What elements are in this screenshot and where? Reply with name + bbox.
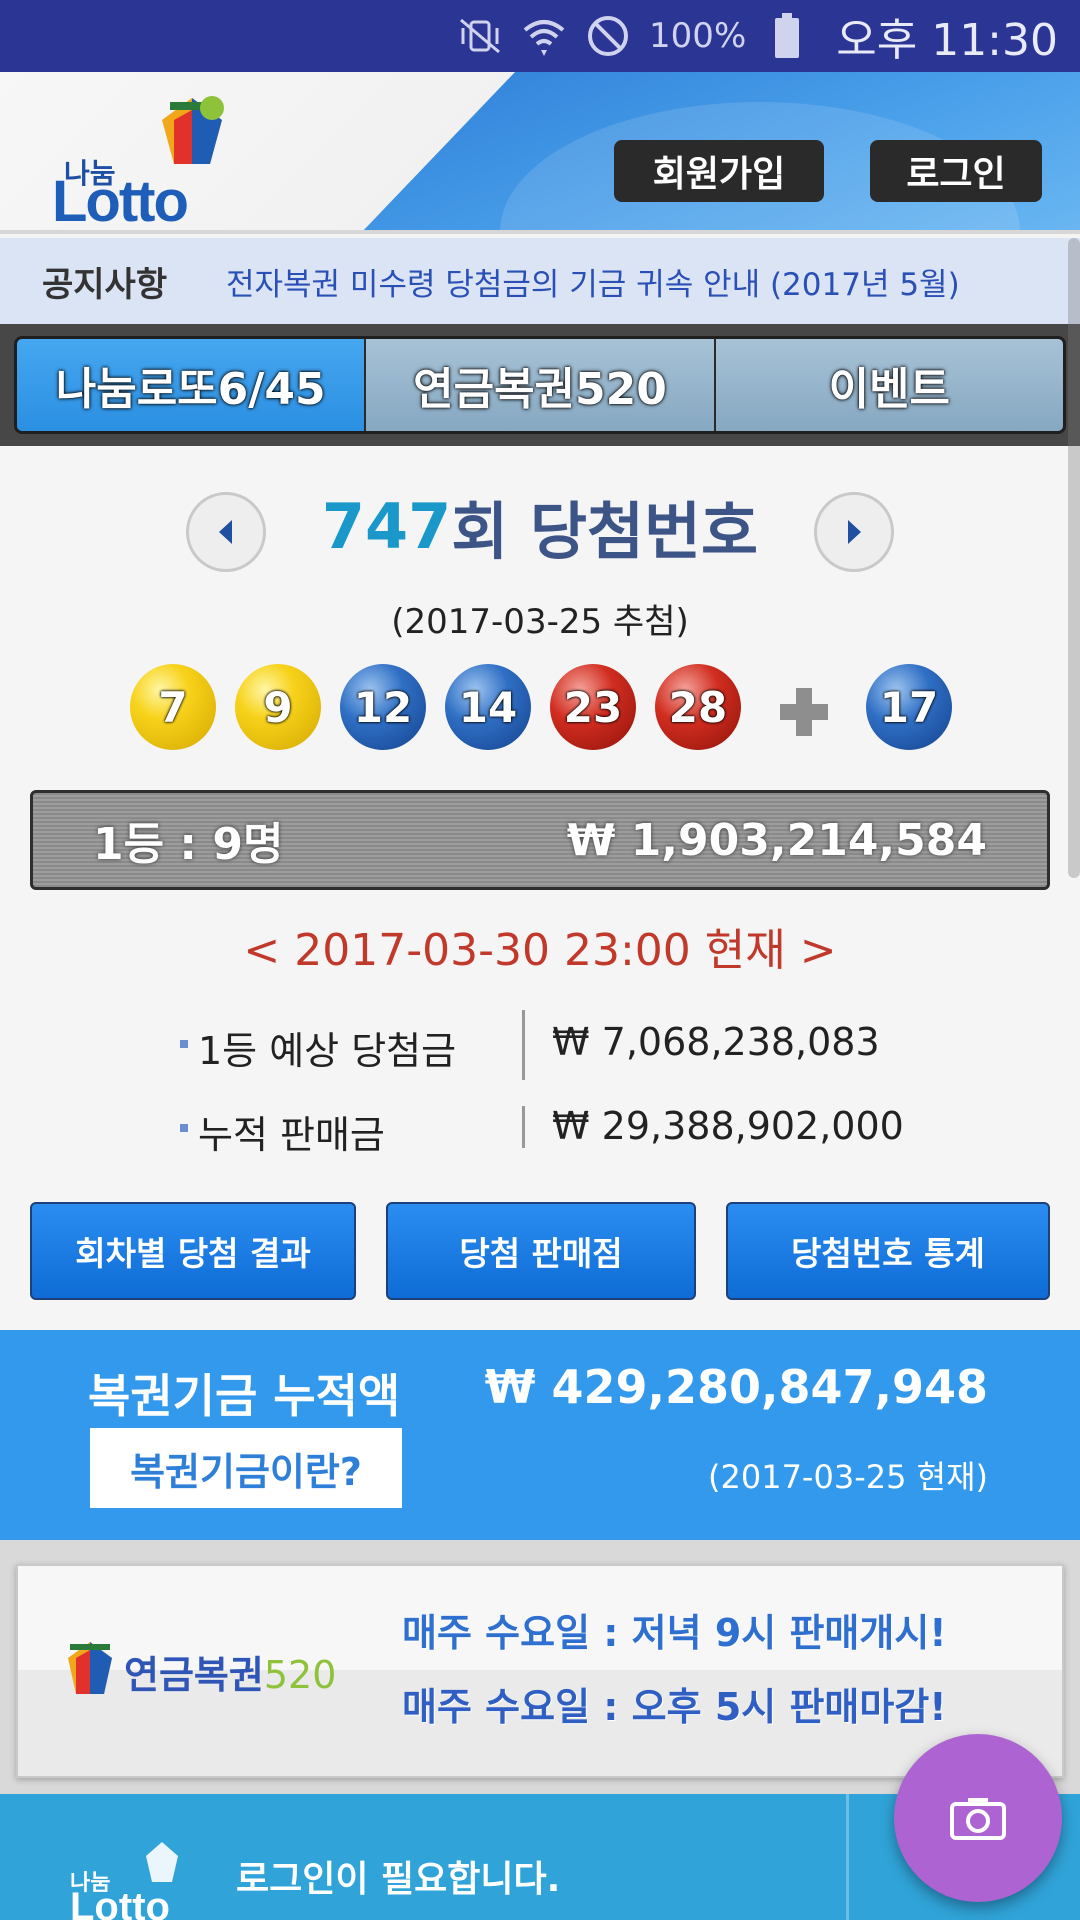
notice-bar[interactable]: 공지사항 전자복권 미수령 당첨금의 기금 귀속 안내 (2017년 5월) <box>0 238 1080 324</box>
stat-label: 1등 예상 당첨금 <box>198 1029 457 1073</box>
battery-percent: 100% <box>649 16 747 56</box>
bullet-icon <box>180 1040 188 1048</box>
ad-banner-area: 연금복권520 매주 수요일 : 저녁 9시 판매개시! 매주 수요일 : 오후… <box>0 1540 1080 1794</box>
fund-amount: ₩ 429,280,847,948 <box>484 1360 988 1414</box>
lottery-bag-icon <box>162 96 224 164</box>
divider <box>846 1794 849 1920</box>
notice-label: 공지사항 <box>42 264 168 305</box>
draw-results-section: 747 회 당첨번호 (2017-03-25 추첨) 7 9 12 14 23 … <box>0 446 1080 1330</box>
action-buttons: 회차별 당첨 결과 당첨 판매점 당첨번호 통계 <box>0 1202 1080 1302</box>
stat-label: 누적 판매금 <box>198 1113 385 1157</box>
notice-text[interactable]: 전자복권 미수령 당첨금의 기금 귀속 안내 (2017년 5월) <box>226 259 960 304</box>
fund-date: (2017-03-25 현재) <box>708 1458 988 1496</box>
number-ball: 23 <box>550 664 636 750</box>
login-button[interactable]: 로그인 <box>870 140 1042 202</box>
fund-info-button[interactable]: 복권기금이란? <box>90 1428 402 1508</box>
number-statistics-button[interactable]: 당첨번호 통계 <box>726 1202 1050 1300</box>
nanum-lotto-logo[interactable]: 나눔 Lotto <box>52 90 232 230</box>
chevron-right-icon <box>848 520 861 544</box>
number-ball: 9 <box>235 664 321 750</box>
round-results-button[interactable]: 회차별 당첨 결과 <box>30 1202 356 1300</box>
do-not-disturb-icon <box>585 13 631 59</box>
login-required-text: 로그인이 필요합니다. <box>236 1859 561 1900</box>
vibrate-mute-icon <box>457 13 503 59</box>
camera-icon <box>950 1798 1006 1840</box>
fund-title: 복권기금 누적액 <box>88 1369 401 1423</box>
stat-value: ₩ 7,068,238,083 <box>552 1020 880 1064</box>
number-ball: 28 <box>655 664 741 750</box>
logo-big-text: Lotto <box>52 169 189 234</box>
winning-numbers: 7 9 12 14 23 28 17 <box>0 664 1080 754</box>
number-ball: 12 <box>340 664 426 750</box>
wifi-icon <box>521 13 567 59</box>
ad-line-1: 매주 수요일 : 저녁 9시 판매개시! <box>402 1611 947 1655</box>
tab-pension520[interactable]: 연금복권520 <box>364 339 714 431</box>
as-of-timestamp: < 2017-03-30 23:00 현재 > <box>243 925 837 976</box>
divider <box>522 1010 525 1080</box>
site-header: 나눔 Lotto 회원가입 로그인 <box>0 72 1080 234</box>
lottery-fund-section: 복권기금 누적액 복권기금이란? ₩ 429,280,847,948 (2017… <box>0 1330 1080 1540</box>
bonus-ball: 17 <box>866 664 952 750</box>
svg-text:Lotto: Lotto <box>70 1885 170 1920</box>
stat-row-expected-prize: 1등 예상 당첨금 ₩ 7,068,238,083 <box>0 1010 1080 1080</box>
camera-fab-button[interactable] <box>894 1734 1062 1902</box>
first-prize-bar: 1등 : 9명 ₩ 1,903,214,584 <box>30 790 1050 890</box>
battery-icon <box>764 13 810 59</box>
ad-brand: 연금복권520 <box>124 1653 337 1697</box>
first-prize-winners: 1등 : 9명 <box>93 819 284 870</box>
round-title: 747 회 당첨번호 <box>0 486 1080 569</box>
number-ball: 14 <box>445 664 531 750</box>
scrollbar[interactable] <box>1068 238 1080 878</box>
tab-bar: 나눔로또6/45 연금복권520 이벤트 <box>0 324 1080 446</box>
ad-line-2: 매주 수요일 : 오후 5시 판매마감! <box>402 1685 947 1729</box>
tab-event[interactable]: 이벤트 <box>713 339 1063 431</box>
round-title-suffix: 회 당첨번호 <box>451 495 759 568</box>
stat-value: ₩ 29,388,902,000 <box>552 1104 904 1148</box>
round-number: 747 <box>321 489 452 563</box>
status-time: 오후 11:30 <box>836 15 1058 66</box>
number-ball: 7 <box>130 664 216 750</box>
winning-stores-button[interactable]: 당첨 판매점 <box>386 1202 696 1300</box>
stat-row-total-sales: 누적 판매금 ₩ 29,388,902,000 <box>0 1094 1080 1158</box>
nanum-lotto-small-logo: 나눔 Lotto <box>70 1842 178 1920</box>
divider <box>522 1106 525 1148</box>
bullet-icon <box>180 1124 188 1132</box>
draw-date: (2017-03-25 추첨) <box>391 602 689 642</box>
next-round-button[interactable] <box>814 492 894 572</box>
tab-lotto645[interactable]: 나눔로또6/45 <box>17 339 365 431</box>
join-button[interactable]: 회원가입 <box>614 140 824 202</box>
status-bar: 100% 오후 11:30 <box>0 0 1080 72</box>
plus-icon <box>780 688 828 736</box>
pension-lottery-banner[interactable]: 연금복권520 매주 수요일 : 저녁 9시 판매개시! 매주 수요일 : 오후… <box>16 1564 1064 1778</box>
first-prize-amount: ₩ 1,903,214,584 <box>566 814 987 866</box>
